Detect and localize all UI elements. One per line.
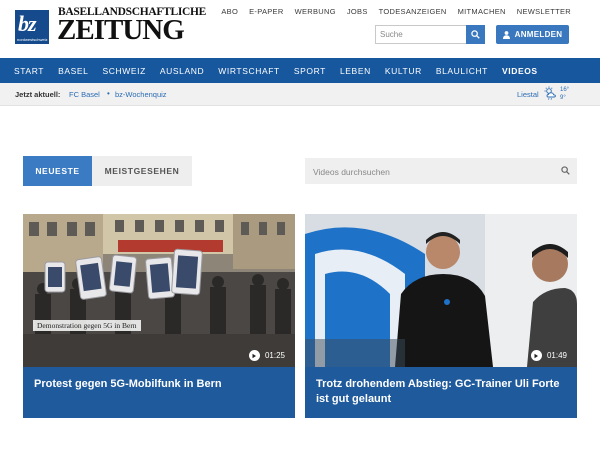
top-link-werbung[interactable]: WERBUNG — [295, 7, 336, 16]
top-link-mitmachen[interactable]: MITMACHEN — [458, 7, 506, 16]
user-icon — [502, 30, 510, 39]
search-icon[interactable] — [561, 166, 570, 175]
search-input[interactable] — [375, 25, 470, 44]
video-caption-overlay: Demonstration gegen 5G in Bern — [33, 320, 141, 331]
video-duration: 01:49 — [530, 350, 567, 361]
nav-item-wirtschaft[interactable]: WIRTSCHAFT — [218, 66, 280, 76]
video-duration-text: 01:49 — [546, 351, 567, 360]
video-card[interactable]: Demonstration gegen 5G in Bern 01:25 Pro… — [23, 214, 295, 418]
logo-text: bz — [18, 11, 37, 36]
tab-neueste[interactable]: NEUESTE — [23, 156, 92, 186]
trending-bar: Jetzt aktuell: FC Basel • bz-Wochenquiz … — [0, 83, 600, 106]
video-duration-text: 01:25 — [264, 351, 285, 360]
nav-item-sport[interactable]: SPORT — [294, 66, 326, 76]
weather-city[interactable]: Liestal — [517, 90, 539, 99]
video-title[interactable]: Protest gegen 5G-Mobilfunk in Bern — [34, 377, 286, 392]
video-search-field[interactable]: Videos durchsuchen — [305, 158, 577, 184]
top-link-abo[interactable]: ABO — [221, 7, 238, 16]
top-link-epaper[interactable]: E-PAPER — [249, 7, 283, 16]
temp-high: 16° — [560, 87, 570, 93]
interview-scene-image — [305, 214, 577, 367]
search-icon — [471, 30, 480, 39]
site-header: bz nordwestschweiz BASELLANDSCHAFTLICHE … — [0, 0, 600, 58]
nav-item-kultur[interactable]: KULTUR — [385, 66, 422, 76]
brand-name-line2[interactable]: ZEITUNG — [57, 15, 185, 45]
nav-item-schweiz[interactable]: SCHWEIZ — [102, 66, 145, 76]
nav-item-basel[interactable]: BASEL — [58, 66, 88, 76]
video-duration: 01:25 — [248, 350, 285, 361]
logo-subtext: nordwestschweiz — [17, 37, 48, 42]
nav-item-blaulicht[interactable]: BLAULICHT — [436, 66, 488, 76]
search-button[interactable] — [466, 25, 485, 44]
video-search-placeholder: Videos durchsuchen — [313, 167, 390, 177]
login-label: ANMELDEN — [514, 30, 563, 39]
top-link-todesanzeigen[interactable]: TODESANZEIGEN — [379, 7, 447, 16]
video-thumbnail[interactable]: 01:49 — [305, 214, 577, 367]
play-icon[interactable] — [248, 350, 260, 361]
login-button[interactable]: ANMELDEN — [496, 25, 569, 44]
trending-link-fc-basel[interactable]: FC Basel — [69, 90, 100, 99]
video-title[interactable]: Trotz drohendem Abstieg: GC-Trainer Uli … — [316, 377, 568, 407]
protest-scene-image — [23, 214, 295, 367]
weather-icon[interactable] — [543, 86, 559, 100]
play-icon[interactable] — [530, 350, 542, 361]
nav-item-ausland[interactable]: AUSLAND — [160, 66, 204, 76]
top-links: ABO E-PAPER WERBUNG JOBS TODESANZEIGEN M… — [221, 7, 571, 16]
trending-separator: • — [107, 89, 110, 98]
nav-item-start[interactable]: START — [14, 66, 44, 76]
trending-label: Jetzt aktuell: — [15, 90, 61, 99]
weather-temps: 16° 9° — [560, 86, 569, 102]
video-thumbnail[interactable]: Demonstration gegen 5G in Bern 01:25 — [23, 214, 295, 367]
nav-item-leben[interactable]: LEBEN — [340, 66, 371, 76]
tab-meistgesehen[interactable]: MEISTGESEHEN — [92, 156, 192, 186]
top-link-newsletter[interactable]: NEWSLETTER — [517, 7, 571, 16]
top-link-jobs[interactable]: JOBS — [347, 7, 368, 16]
video-card[interactable]: 01:49 Trotz drohendem Abstieg: GC-Traine… — [305, 214, 577, 418]
nav-item-videos[interactable]: VIDEOS — [502, 66, 538, 76]
site-logo[interactable]: bz nordwestschweiz — [15, 10, 49, 44]
temp-low: 9° — [560, 95, 566, 101]
main-navigation: START BASEL SCHWEIZ AUSLAND WIRTSCHAFT S… — [0, 58, 600, 83]
trending-link-wochenquiz[interactable]: bz-Wochenquiz — [115, 90, 167, 99]
